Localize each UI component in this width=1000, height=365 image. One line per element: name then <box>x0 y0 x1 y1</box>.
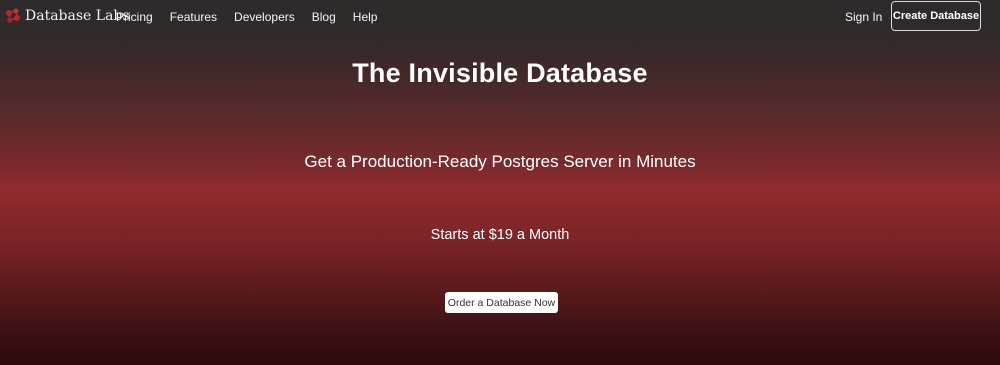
hero-subtitle: Get a Production-Ready Postgres Server i… <box>304 152 696 171</box>
brand-name: Database Labs <box>25 8 130 24</box>
molecule-logo-icon <box>6 8 20 23</box>
create-database-button[interactable]: Create Database <box>891 1 981 31</box>
nav-links: Pricing Features Developers Blog Help <box>116 0 394 34</box>
top-navbar: Database Labs Pricing Features Developer… <box>0 0 1000 36</box>
nav-features[interactable]: Features <box>170 10 217 24</box>
brand-link[interactable]: Database Labs <box>4 7 130 25</box>
nav-developers[interactable]: Developers <box>234 10 295 24</box>
nav-help[interactable]: Help <box>353 10 378 24</box>
hero-price-line: Starts at $19 a Month <box>430 227 570 243</box>
nav-blog[interactable]: Blog <box>312 10 336 24</box>
hero-title: The Invisible Database <box>352 58 648 88</box>
order-database-button[interactable]: Order a Database Now <box>445 292 558 313</box>
nav-pricing[interactable]: Pricing <box>116 10 153 24</box>
sign-in-link[interactable]: Sign In <box>845 10 882 24</box>
